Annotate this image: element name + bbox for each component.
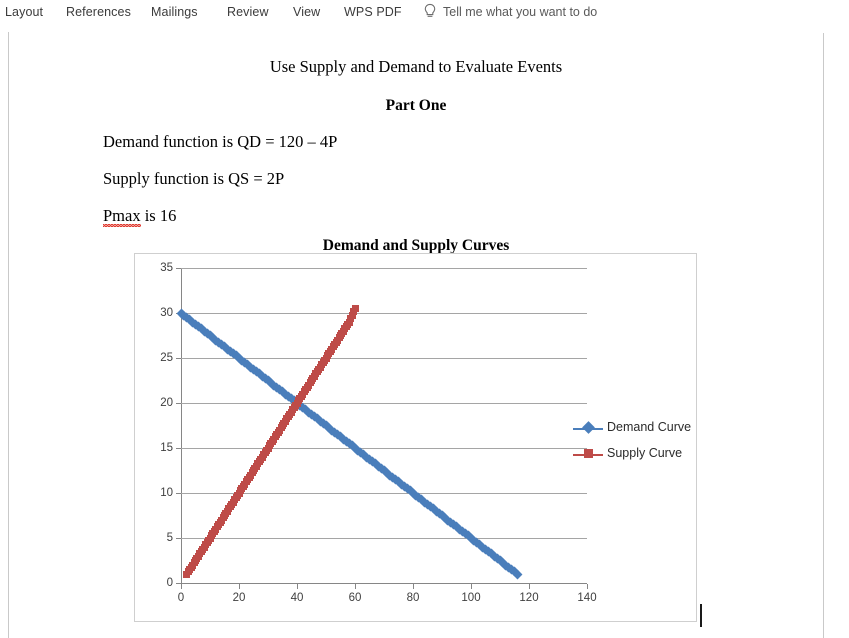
ribbon-tab-review[interactable]: Review [227,5,269,19]
text-cursor [700,604,702,627]
y-axis-tick [176,403,181,404]
x-axis-tick-label: 140 [577,592,597,604]
ribbon-tab-view[interactable]: View [293,5,320,19]
x-axis-line [181,583,587,584]
paragraph-pmax-rest: is 16 [140,206,177,225]
y-axis-tick-label: 30 [160,307,173,319]
x-axis-tick-label: 60 [348,592,362,604]
x-axis-tick-label: 80 [406,592,420,604]
misspelled-word-pmax: Pmax [103,206,141,227]
y-axis-tick-label: 10 [160,487,173,499]
x-axis-tick-label: 40 [290,592,304,604]
data-point-supply [351,305,359,312]
document-title: Use Supply and Demand to Evaluate Events [269,57,563,76]
gridline-y [181,313,587,314]
y-axis-tick-label: 5 [166,532,173,544]
gridline-y [181,448,587,449]
page-right-edge [823,33,824,638]
x-axis-tick [355,584,356,589]
x-axis-tick-label: 100 [461,592,481,604]
legend-square-marker-icon [584,449,593,458]
legend-label-demand: Demand Curve [607,420,692,434]
y-axis-tick-label: 15 [160,442,173,454]
paragraph-supply-function: Supply function is QS = 2P [103,169,285,188]
paragraph-demand-function: Demand function is QD = 120 – 4P [103,132,338,151]
document-page[interactable]: Use Supply and Demand to Evaluate Events… [9,27,823,638]
y-axis-tick-label: 0 [166,577,173,589]
y-axis-tick [176,448,181,449]
y-axis-tick [176,538,181,539]
x-axis-tick-label: 120 [519,592,539,604]
gridline-y [181,538,587,539]
legend-label-supply: Supply Curve [607,446,683,460]
y-axis-tick-label: 25 [160,352,173,364]
x-axis-tick [413,584,414,589]
paragraph-pmax: Pmax is 16 [103,206,177,227]
gridline-y [181,268,587,269]
x-axis-tick [529,584,530,589]
tell-me-search-box[interactable]: Tell me what you want to do [443,5,597,19]
ribbon-tab-references[interactable]: References [66,5,131,19]
x-axis-tick [181,584,182,589]
y-axis-tick [176,358,181,359]
ribbon-tab-mailings[interactable]: Mailings [151,5,198,19]
chart-plot-area: 0 5 10 15 20 25 30 35 0 20 40 60 80 100 120 140 [160,262,596,604]
x-axis-tick [471,584,472,589]
y-axis-tick-label: 35 [160,262,173,274]
x-axis-tick [239,584,240,589]
y-axis-tick-label: 20 [160,397,173,409]
x-axis-tick [297,584,298,589]
ribbon-tab-layout[interactable]: Layout [5,5,43,19]
ribbon-tab-strip: Layout References Mailings Review View WPS PD… [0,0,849,28]
y-axis-tick [176,493,181,494]
x-axis-tick-label: 0 [177,592,185,604]
chart-object[interactable]: 0 5 10 15 20 25 30 35 0 20 40 60 80 100 120 140 Demand … [134,253,697,622]
x-axis-tick [587,584,588,589]
gridline-y [181,403,587,404]
lightbulb-icon [423,3,437,21]
document-subtitle: Part One [385,97,447,114]
y-axis-tick [176,268,181,269]
ribbon-tab-wps-pdf[interactable]: WPS PDF [344,5,402,19]
x-axis-tick-label: 20 [232,592,246,604]
